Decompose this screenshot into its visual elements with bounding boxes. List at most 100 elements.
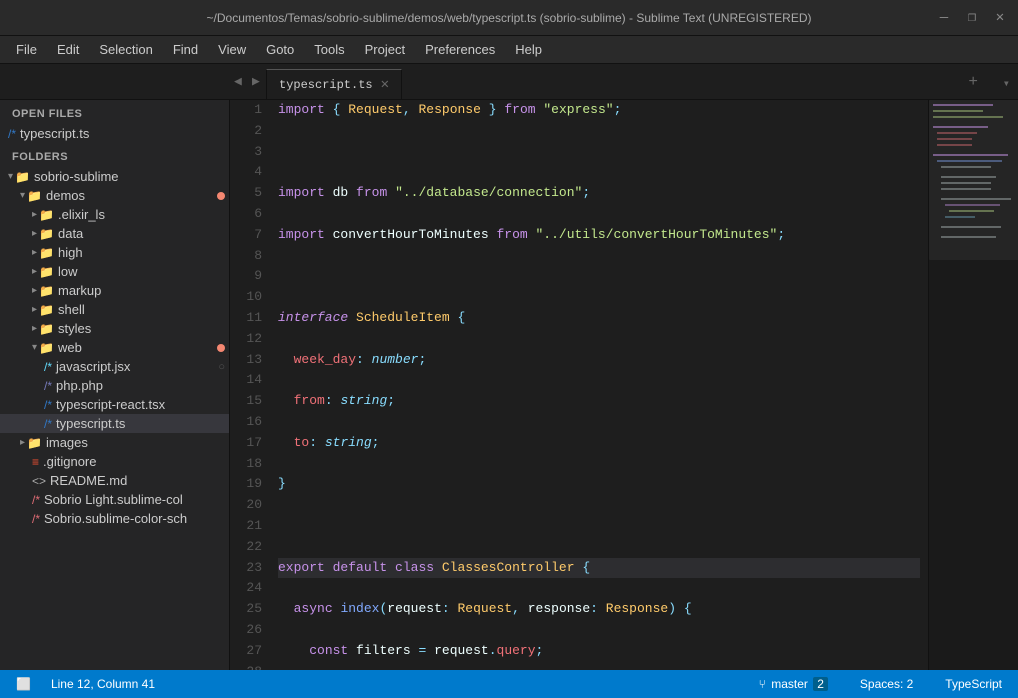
status-git[interactable]: ⑂ master 2 — [751, 677, 836, 691]
menu-selection[interactable]: Selection — [91, 40, 160, 59]
tab-dropdown-button[interactable]: ▾ — [1003, 76, 1010, 91]
folder-low[interactable]: ▸ 📁 low — [0, 262, 229, 281]
main-area: ◀ ▶ typescript.ts ✕ + ▾ OPEN FILES /* ty… — [0, 64, 1018, 670]
open-files-header: OPEN FILES — [0, 100, 229, 124]
menu-goto[interactable]: Goto — [258, 40, 302, 59]
tab-add-button[interactable]: + — [968, 73, 978, 91]
tab-typescript-ts[interactable]: typescript.ts ✕ — [266, 69, 402, 99]
folder-icon: 📁 — [27, 189, 42, 203]
code-area[interactable]: 1 2 3 4 5 6 7 8 9 10 11 12 13 14 15 16 1 — [230, 100, 1018, 670]
status-line-col[interactable]: Line 12, Column 41 — [43, 677, 163, 691]
minimize-button[interactable]: — — [934, 8, 954, 28]
folder-data[interactable]: ▸ 📁 data — [0, 224, 229, 243]
folder-icon: 📁 — [15, 170, 30, 184]
arrow-icon: ▸ — [32, 209, 37, 220]
file-label: .gitignore — [43, 454, 96, 469]
folder-label: images — [46, 435, 88, 450]
file-git-icon: ≡ — [32, 455, 39, 469]
folder-label: markup — [58, 283, 101, 298]
folder-icon: 📁 — [39, 341, 54, 355]
open-file-typescript-ts[interactable]: /* typescript.ts — [0, 124, 229, 143]
folder-elixir-ls[interactable]: ▸ 📁 .elixir_ls — [0, 205, 229, 224]
file-typescript-react-tsx[interactable]: /* typescript-react.tsx — [0, 395, 229, 414]
file-sobrio-light[interactable]: /* Sobrio Light.sublime-col — [0, 490, 229, 509]
folder-shell[interactable]: ▸ 📁 shell — [0, 300, 229, 319]
file-jsx-icon: /* — [44, 360, 52, 374]
git-icon: ⑂ — [759, 677, 766, 691]
maximize-button[interactable]: ❐ — [962, 8, 982, 28]
arrow-icon: ▾ — [32, 342, 37, 353]
file-sub-icon: /* — [32, 512, 40, 526]
tab-nav-next[interactable]: ▶ — [248, 63, 264, 99]
arrow-icon: ▸ — [32, 323, 37, 334]
file-tsx-icon: /* — [44, 398, 52, 412]
file-label: typescript-react.tsx — [56, 397, 165, 412]
file-status-icon: ⬜ — [16, 677, 31, 691]
status-language[interactable]: TypeScript — [937, 677, 1010, 691]
file-ts-icon: /* — [44, 417, 52, 431]
folder-icon: 📁 — [39, 322, 54, 336]
file-ts-icon: /* — [8, 127, 16, 141]
file-sobrio-color[interactable]: /* Sobrio.sublime-color-sch — [0, 509, 229, 528]
git-num: 2 — [813, 677, 828, 691]
title-bar: ~/Documentos/Temas/sobrio-sublime/demos/… — [0, 0, 1018, 36]
file-typescript-ts[interactable]: /* typescript.ts — [0, 414, 229, 433]
menu-find[interactable]: Find — [165, 40, 206, 59]
unsaved-circle: ○ — [218, 361, 225, 373]
tabs-container: typescript.ts ✕ — [266, 69, 402, 99]
folders-header: FOLDERS — [0, 143, 229, 167]
file-php-php[interactable]: /* php.php — [0, 376, 229, 395]
status-file-icon: ⬜ — [8, 677, 39, 691]
file-gitignore[interactable]: ≡ .gitignore — [0, 452, 229, 471]
folder-high[interactable]: ▸ 📁 high — [0, 243, 229, 262]
folder-icon: 📁 — [39, 208, 54, 222]
code-content[interactable]: import { Request, Response } from "expre… — [270, 100, 928, 670]
arrow-icon: ▾ — [8, 171, 13, 182]
folder-sobrio-sublime[interactable]: ▾ 📁 sobrio-sublime — [0, 167, 229, 186]
folder-label: styles — [58, 321, 91, 336]
menu-help[interactable]: Help — [507, 40, 550, 59]
folder-label: web — [58, 340, 82, 355]
menu-file[interactable]: File — [8, 40, 45, 59]
file-label: typescript.ts — [56, 416, 125, 431]
tab-nav-prev[interactable]: ◀ — [230, 63, 246, 99]
folder-icon: 📁 — [39, 284, 54, 298]
arrow-icon: ▸ — [32, 247, 37, 258]
folder-label: shell — [58, 302, 85, 317]
arrow-icon: ▸ — [20, 437, 25, 448]
modified-dot — [217, 192, 225, 200]
tab-close-button[interactable]: ✕ — [381, 76, 389, 93]
file-md-icon: <> — [32, 474, 46, 488]
folder-demos[interactable]: ▾ 📁 demos — [0, 186, 229, 205]
folder-web[interactable]: ▾ 📁 web — [0, 338, 229, 357]
folder-icon: 📁 — [39, 246, 54, 260]
title-bar-controls: — ❐ ✕ — [934, 8, 1010, 28]
folder-label: .elixir_ls — [58, 207, 105, 222]
file-label: php.php — [56, 378, 103, 393]
menu-preferences[interactable]: Preferences — [417, 40, 503, 59]
folder-icon: 📁 — [39, 265, 54, 279]
folder-label: demos — [46, 188, 85, 203]
menu-tools[interactable]: Tools — [306, 40, 352, 59]
folder-icon: 📁 — [39, 227, 54, 241]
status-right: ⑂ master 2 Spaces: 2 TypeScript — [751, 677, 1010, 691]
file-label: Sobrio Light.sublime-col — [44, 492, 183, 507]
file-php-icon: /* — [44, 379, 52, 393]
folder-markup[interactable]: ▸ 📁 markup — [0, 281, 229, 300]
folder-images[interactable]: ▸ 📁 images — [0, 433, 229, 452]
editor[interactable]: 1 2 3 4 5 6 7 8 9 10 11 12 13 14 15 16 1 — [230, 100, 1018, 670]
status-bar: ⬜ Line 12, Column 41 ⑂ master 2 Spaces: … — [0, 670, 1018, 698]
menu-view[interactable]: View — [210, 40, 254, 59]
close-button[interactable]: ✕ — [990, 8, 1010, 28]
menu-bar: File Edit Selection Find View Goto Tools… — [0, 36, 1018, 64]
arrow-icon: ▸ — [32, 266, 37, 277]
folder-label: high — [58, 245, 83, 260]
menu-edit[interactable]: Edit — [49, 40, 87, 59]
tab-bar: ◀ ▶ typescript.ts ✕ + ▾ — [0, 64, 1018, 100]
file-label: javascript.jsx — [56, 359, 130, 374]
file-javascript-jsx[interactable]: /* javascript.jsx ○ — [0, 357, 229, 376]
menu-project[interactable]: Project — [357, 40, 413, 59]
file-readme-md[interactable]: <> README.md — [0, 471, 229, 490]
folder-styles[interactable]: ▸ 📁 styles — [0, 319, 229, 338]
status-spaces[interactable]: Spaces: 2 — [852, 677, 921, 691]
